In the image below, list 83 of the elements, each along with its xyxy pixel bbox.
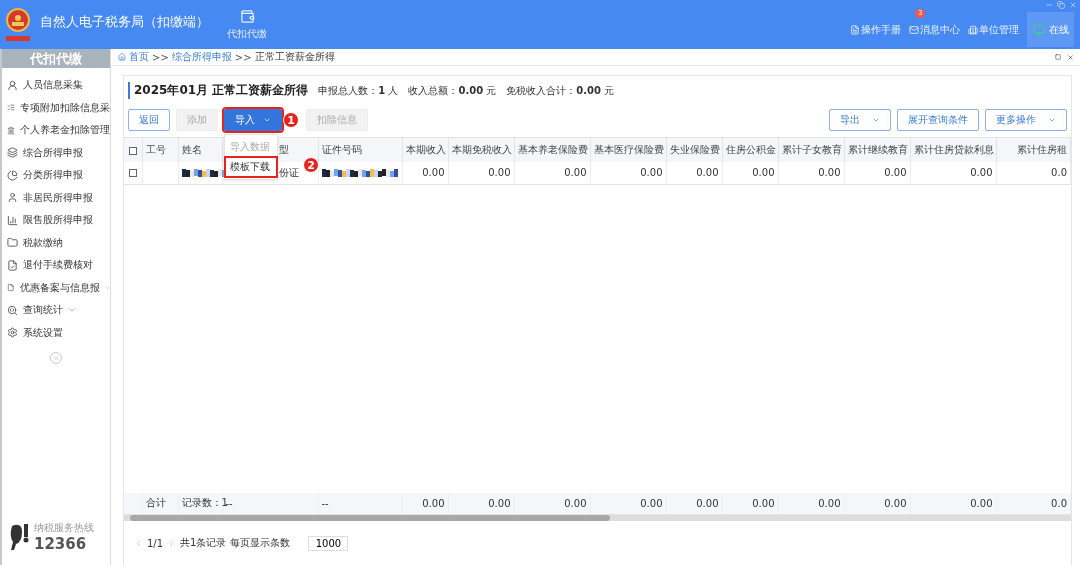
- total-text: 0.0: [1051, 497, 1067, 509]
- monitor-icon: [1032, 23, 1045, 36]
- page-size-field[interactable]: 1000: [308, 535, 349, 551]
- mail-icon: [909, 24, 919, 35]
- cell-text: 0.00: [696, 167, 719, 179]
- maximize-icon[interactable]: [1055, 53, 1061, 60]
- cell-text: 0.00: [640, 167, 663, 179]
- caret-icon: [263, 116, 271, 124]
- cell-text: 0.00: [970, 167, 993, 179]
- sidebar-item[interactable]: 税款缴纳: [2, 231, 110, 254]
- toolbar-button[interactable]: 导入: [224, 109, 282, 131]
- page-indicator: 1/1: [147, 537, 164, 549]
- sidebar-item[interactable]: 系统设置: [2, 321, 110, 344]
- total-text: 0.00: [696, 497, 719, 509]
- total-text: 0.00: [884, 497, 907, 509]
- total-text: 0.00: [564, 497, 587, 509]
- breadcrumb-separator: >>: [152, 51, 169, 63]
- sidebar-item[interactable]: 个人养老金扣除管理: [2, 119, 110, 142]
- sidebar-item[interactable]: 查询统计: [2, 299, 110, 322]
- header-link-label: 单位管理: [979, 22, 1019, 37]
- building-icon: [968, 24, 978, 35]
- cell-text: 0.00: [884, 167, 907, 179]
- caret-icon: [872, 116, 880, 124]
- minimize-icon[interactable]: [1045, 1, 1053, 9]
- sidebar-item[interactable]: 人员信息采集: [2, 74, 110, 97]
- breadcrumb-link[interactable]: 正常工资薪金所得: [254, 50, 335, 64]
- record-count: 共1条记录: [180, 536, 227, 550]
- document-icon: [850, 24, 860, 35]
- cell-text: 0.0: [1051, 167, 1067, 179]
- sidebar-item[interactable]: 综合所得申报: [2, 141, 110, 164]
- header-link-label: 消息中心: [920, 22, 960, 37]
- total-text: --: [321, 497, 329, 509]
- sidebar-item[interactable]: 优惠备案与信息报: [2, 276, 110, 299]
- home-icon[interactable]: [118, 53, 126, 61]
- checkbox[interactable]: [128, 146, 137, 155]
- total-text: 合计: [145, 497, 166, 509]
- toolbar-button[interactable]: 导出: [829, 109, 891, 131]
- sidebar-item[interactable]: 非居民所得申报: [2, 186, 110, 209]
- chevrons-left-icon: [52, 354, 60, 362]
- emblem-logo: [3, 5, 33, 44]
- previous-page-icon[interactable]: [134, 538, 143, 548]
- total-text: 0.00: [970, 497, 993, 509]
- sidebar-item[interactable]: 退付手续费核对: [2, 254, 110, 277]
- toolbar-button[interactable]: 更多操作: [985, 109, 1067, 131]
- total-text: 0.00: [818, 497, 841, 509]
- total-text: 0.00: [752, 497, 775, 509]
- horizontal-scrollbar[interactable]: [124, 515, 1071, 521]
- column-header[interactable]: 型: [278, 144, 289, 155]
- sidebar-item[interactable]: 分类所得申报: [2, 164, 110, 187]
- cell-text: 份证: [278, 166, 299, 178]
- total-text: 记录数：1: [181, 497, 228, 509]
- cell-text: 0.00: [564, 167, 587, 179]
- total-text: 0.00: [422, 497, 445, 509]
- wallet-icon: [239, 8, 255, 24]
- summary-stat: 免税收入合计：0.00 元: [506, 83, 615, 98]
- total-text: 0.00: [640, 497, 663, 509]
- summary-stat: 申报总人数：1 人: [318, 83, 399, 98]
- total-text: 0.00: [488, 497, 511, 509]
- cell-text: 0.00: [752, 167, 775, 179]
- close-icon[interactable]: [1067, 53, 1074, 61]
- step-marker: 2: [303, 157, 319, 173]
- toolbar-button[interactable]: 展开查询条件: [897, 109, 979, 131]
- caret-icon: [1048, 116, 1056, 124]
- hotline-number: 12366: [34, 535, 88, 553]
- cell-text: 0.00: [488, 167, 511, 179]
- cell-text: 0.00: [818, 167, 841, 179]
- breadcrumb-link[interactable]: 首页: [129, 50, 149, 64]
- breadcrumb-link[interactable]: 综合所得申报: [171, 50, 232, 64]
- sidebar-item[interactable]: 限售股所得申报: [2, 209, 110, 232]
- header-link-label: 操作手册: [861, 22, 901, 37]
- sidebar-item[interactable]: 专项附加扣除信息采: [2, 96, 110, 119]
- summary-stat: 收入总额：0.00 元: [408, 83, 497, 98]
- restore-icon[interactable]: [1057, 1, 1065, 9]
- step-marker: 1: [283, 112, 299, 128]
- cell-text: 0.00: [422, 167, 445, 179]
- checkbox[interactable]: [128, 169, 137, 178]
- page-title: 2025年01月 正常工资薪金所得: [128, 82, 309, 99]
- toolbar-button[interactable]: 返回: [128, 109, 170, 131]
- app-title: 自然人电子税务局（扣缴端）: [40, 13, 209, 30]
- breadcrumb-separator: >>: [234, 51, 252, 63]
- sidebar-title: 代扣代缴: [2, 49, 110, 68]
- hotline-caption: 纳税服务热线: [34, 521, 94, 535]
- page-size-label: 每页显示条数: [230, 536, 291, 550]
